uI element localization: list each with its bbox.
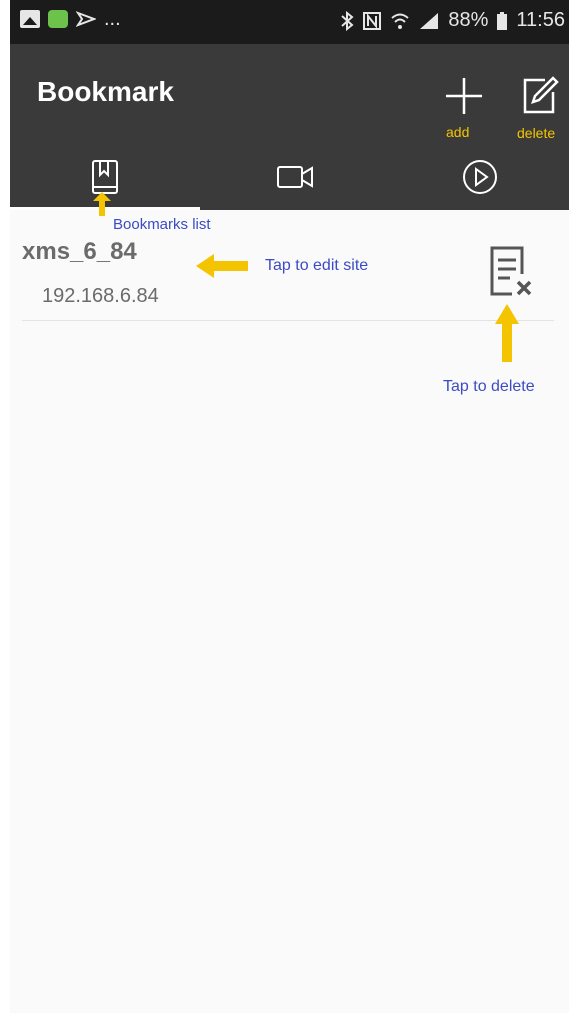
delete-label: delete: [517, 125, 556, 141]
bookmark-book-icon: [92, 160, 118, 194]
nfc-icon: [363, 11, 382, 30]
battery-icon: [497, 11, 508, 30]
add-button[interactable]: [440, 72, 488, 120]
phone-screen: ... 88% 11:56 Bookmark add delete xms_6_…: [10, 0, 569, 1013]
site-name: xms_6_84: [22, 238, 137, 265]
signal-icon: [420, 12, 439, 29]
message-check-icon: [76, 11, 96, 27]
annotation-bookmarks-list: Bookmarks list: [113, 216, 211, 233]
more-notifications-text: ...: [104, 8, 121, 30]
bluetooth-icon: [341, 10, 354, 31]
system-icons: 88% 11:56: [340, 9, 565, 32]
annotation-up-arrow-tab: [93, 192, 111, 216]
site-address: 192.168.6.84: [42, 285, 159, 307]
app-bar: Bookmark add delete: [10, 44, 569, 210]
bookmark-list: xms_6_84 192.168.6.84: [10, 210, 569, 1013]
video-camera-icon: [277, 166, 313, 188]
image-notification-icon: [20, 10, 40, 28]
annotation-left-arrow-edit: [196, 254, 248, 278]
play-circle-icon: [462, 160, 497, 194]
battery-percent: 88%: [448, 9, 489, 31]
annotation-tap-to-edit: Tap to edit site: [265, 257, 369, 274]
status-bar: ... 88% 11:56: [10, 0, 569, 44]
edit-delete-button[interactable]: [515, 72, 563, 120]
wifi-icon: [391, 13, 410, 29]
delete-site-icon[interactable]: [488, 244, 534, 300]
notification-icons: ...: [20, 8, 121, 30]
add-label: add: [446, 124, 470, 140]
page-title: Bookmark: [37, 76, 174, 107]
clock: 11:56: [516, 9, 565, 31]
tab-playback[interactable]: [390, 144, 569, 210]
annotation-tap-to-delete: Tap to delete: [443, 378, 535, 395]
app-notification-icon: [48, 10, 68, 28]
annotation-up-arrow-delete: [495, 304, 519, 362]
tab-video[interactable]: [200, 144, 390, 210]
